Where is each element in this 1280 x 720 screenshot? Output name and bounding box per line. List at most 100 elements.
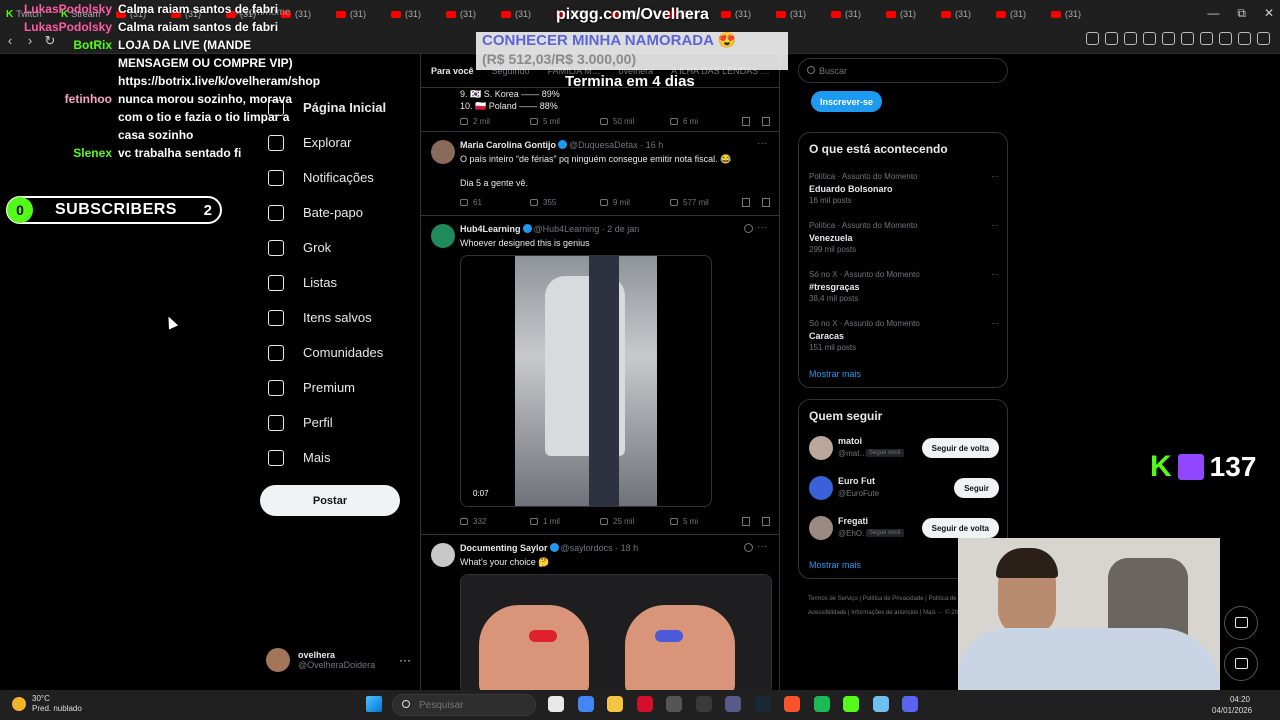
weather-widget[interactable]: 30°C Pred. nublado xyxy=(12,694,82,714)
nav-item[interactable]: Premium xyxy=(260,370,420,405)
extension-icon[interactable] xyxy=(1219,32,1232,45)
taskbar-search[interactable] xyxy=(392,694,536,716)
app-icon[interactable] xyxy=(725,696,741,712)
extension-icon[interactable] xyxy=(1143,32,1156,45)
extension-icon[interactable] xyxy=(1257,32,1270,45)
like-button[interactable]: 9 mil xyxy=(600,198,670,207)
trend-item[interactable]: Política · Assunto do Momento Venezuela 29… xyxy=(809,220,999,256)
reply-button[interactable]: 332 xyxy=(460,517,530,526)
views-count[interactable]: 5 mi xyxy=(670,517,740,526)
tweet[interactable]: Documenting Saylor @saylordocs · 18 h ···… xyxy=(421,535,779,690)
post-button[interactable]: Postar xyxy=(260,485,400,516)
start-button[interactable] xyxy=(366,696,382,712)
more-icon[interactable]: ··· xyxy=(757,222,767,233)
bookmark-icon[interactable] xyxy=(742,517,750,526)
chat-username[interactable]: Slenex xyxy=(8,144,118,162)
repost-button[interactable]: 1 mil xyxy=(530,517,600,526)
extension-icon[interactable] xyxy=(1238,32,1251,45)
nav-item[interactable]: Grok xyxy=(260,230,420,265)
extension-icon[interactable] xyxy=(1086,32,1099,45)
show-more-link[interactable]: Mostrar mais xyxy=(809,560,861,570)
chat-username[interactable]: LukasPodolsky xyxy=(8,18,118,36)
bookmark-icon[interactable] xyxy=(742,117,750,126)
extension-icon[interactable] xyxy=(1105,32,1118,45)
more-icon[interactable]: ··· xyxy=(991,220,999,232)
extension-icon[interactable] xyxy=(1200,32,1213,45)
follow-button[interactable]: Seguir de volta xyxy=(921,518,999,538)
brave-icon[interactable] xyxy=(784,696,800,712)
nav-item[interactable]: Notificações xyxy=(260,160,420,195)
clock[interactable]: 04:20 04/01/2026 xyxy=(1212,694,1252,716)
app-icon[interactable] xyxy=(843,696,859,712)
account-switcher[interactable]: ovelhera @OvelheraDoidera ··· xyxy=(266,648,411,672)
browser-tab[interactable]: (31) xyxy=(1045,2,1098,26)
minimize-button[interactable]: — xyxy=(1207,6,1219,21)
more-icon[interactable]: ··· xyxy=(991,269,999,281)
spotify-icon[interactable] xyxy=(813,696,830,712)
repost-button[interactable]: 5 mil xyxy=(530,117,600,126)
grok-fab[interactable] xyxy=(1224,606,1258,640)
share-icon[interactable] xyxy=(762,117,770,126)
trend-item[interactable]: Só no X · Assunto do Momento #tresgraças 3… xyxy=(809,269,999,305)
app-icon[interactable] xyxy=(666,696,682,712)
browser-tab[interactable]: (31) xyxy=(880,2,933,26)
browser-tab[interactable]: (31) xyxy=(330,2,383,26)
browser-tab[interactable]: (31) xyxy=(825,2,878,26)
nav-item[interactable]: Listas xyxy=(260,265,420,300)
close-window-button[interactable]: ✕ xyxy=(1264,6,1274,21)
nav-item[interactable]: Bate-papo xyxy=(260,195,420,230)
browser-tab[interactable]: (31) xyxy=(715,2,768,26)
more-icon[interactable]: ··· xyxy=(757,541,767,552)
more-icon[interactable]: ··· xyxy=(399,653,411,667)
browser-tab[interactable]: (31) xyxy=(385,2,438,26)
chat-username[interactable]: BotRix xyxy=(8,36,118,90)
grok-icon[interactable] xyxy=(744,543,753,552)
notes-icon[interactable] xyxy=(872,696,889,712)
trend-item[interactable]: Política · Assunto do Momento Eduardo Bol… xyxy=(809,171,999,207)
discord-icon[interactable] xyxy=(902,696,918,712)
nav-item[interactable]: Comunidades xyxy=(260,335,420,370)
tweet[interactable]: 9. 🇰🇷 S. Korea —— 89% 10. 🇵🇱 Poland —— 8… xyxy=(421,88,779,132)
repost-button[interactable]: 355 xyxy=(530,198,600,207)
messages-fab[interactable] xyxy=(1224,647,1258,681)
subscribe-button[interactable]: Inscrever-se xyxy=(811,91,882,112)
timeline-tab[interactable]: Para você xyxy=(431,66,474,76)
reply-button[interactable]: 61 xyxy=(460,198,530,207)
folder-icon[interactable] xyxy=(607,696,623,712)
share-icon[interactable] xyxy=(762,517,770,526)
browser-tab[interactable]: (31) xyxy=(990,2,1043,26)
browser-tab[interactable]: (31) xyxy=(935,2,988,26)
app-icon[interactable] xyxy=(695,696,712,712)
like-button[interactable]: 50 mil xyxy=(600,117,670,126)
extension-icon[interactable] xyxy=(1162,32,1175,45)
follow-suggestion[interactable]: matoi @mat… Segue você Seguir de volta xyxy=(809,436,999,466)
nav-item[interactable]: Mais xyxy=(260,440,420,475)
grok-icon[interactable] xyxy=(744,224,753,233)
nav-item[interactable]: Itens salvos xyxy=(260,300,420,335)
author-name[interactable]: Documenting Saylor xyxy=(460,543,548,553)
search-input[interactable] xyxy=(798,58,1008,83)
steam-icon[interactable] xyxy=(754,696,771,712)
tweet[interactable]: Hub4Learning @Hub4Learning · 2 de jan ···… xyxy=(421,216,779,535)
share-icon[interactable] xyxy=(762,198,770,207)
extension-icon[interactable] xyxy=(1124,32,1137,45)
opera-icon[interactable] xyxy=(636,696,653,712)
author-name[interactable]: Maria Carolina Gontijo xyxy=(460,140,556,150)
maximize-button[interactable]: ⧉ xyxy=(1237,6,1246,21)
chat-username[interactable]: fetinhoo xyxy=(8,90,118,144)
follow-button[interactable]: Seguir de volta xyxy=(921,438,999,458)
chrome-icon[interactable] xyxy=(577,696,594,712)
tweet[interactable]: Maria Carolina Gontijo @DuquesaDetax · 16… xyxy=(421,132,779,216)
more-icon[interactable]: ··· xyxy=(757,138,767,149)
bookmark-icon[interactable] xyxy=(742,198,750,207)
extension-icon[interactable] xyxy=(1181,32,1194,45)
like-button[interactable]: 25 mil xyxy=(600,517,670,526)
more-icon[interactable]: ··· xyxy=(991,318,999,330)
follow-suggestion[interactable]: Euro Fut @EuroFute Seguir xyxy=(809,476,999,506)
browser-tab[interactable]: (31) xyxy=(770,2,823,26)
views-count[interactable]: 577 mil xyxy=(670,198,740,207)
author-name[interactable]: Hub4Learning xyxy=(460,224,521,234)
file-explorer-icon[interactable] xyxy=(548,696,564,712)
views-count[interactable]: 6 mi xyxy=(670,117,740,126)
browser-tab[interactable]: (31) xyxy=(495,2,548,26)
